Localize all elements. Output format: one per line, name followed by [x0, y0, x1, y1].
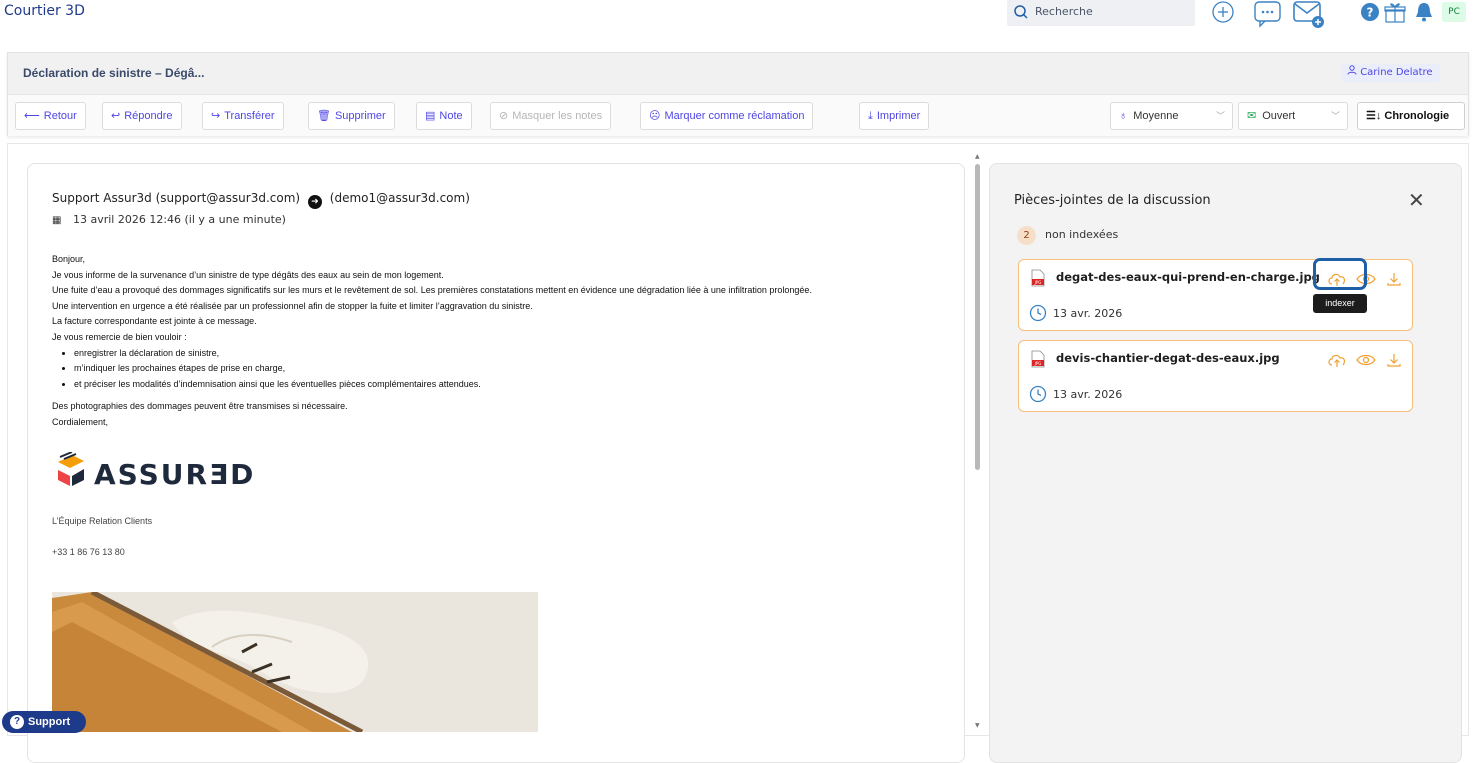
timeline-button[interactable]: ☰↓ Chronologie — [1357, 102, 1465, 130]
reply-icon: ↩ — [111, 110, 121, 122]
gift-icon[interactable] — [1383, 1, 1407, 27]
attachments-panel: Pièces-jointes de la discussion ✕ 2 non … — [989, 163, 1462, 763]
jpg-file-icon: JPG — [1031, 350, 1045, 368]
user-avatar[interactable]: PC — [1442, 2, 1466, 22]
panel-title: Pièces-jointes de la discussion — [1014, 193, 1211, 208]
print-button[interactable]: ⤓ Imprimer — [859, 102, 930, 130]
svg-text:JPG: JPG — [1034, 280, 1042, 285]
svg-text:JPG: JPG — [1034, 361, 1042, 366]
chat-icon[interactable] — [1252, 0, 1284, 32]
status-select[interactable]: ✉ Ouvert ﹀ — [1238, 102, 1348, 130]
mail-icon: ✉ — [1247, 110, 1257, 122]
email-closing: Cordialement, — [52, 416, 109, 427]
attachment-name[interactable]: devis-chantier-degat-des-eaux.jpg — [1056, 351, 1280, 365]
arrow-right-icon: ➜ — [307, 195, 322, 209]
attachment-date: 13 avr. 2026 — [1053, 388, 1123, 401]
email-message: Support Assur3d (support@assur3d.com) ➜ … — [27, 163, 965, 763]
email-bullets: enregistrer la déclaration de sinistre, … — [74, 346, 952, 393]
arrow-left-icon: ⟵ — [24, 110, 40, 122]
damage-photo[interactable] — [52, 592, 538, 732]
attachment-card[interactable]: JPG devis-chantier-degat-des-eaux.jpg 13… — [1018, 340, 1413, 412]
support-button[interactable]: ? Support — [2, 711, 86, 733]
app-title: Courtier 3D — [4, 3, 85, 19]
main-content: Support Assur3d (support@assur3d.com) ➜ … — [7, 143, 1469, 763]
index-tooltip: indexer — [1313, 294, 1367, 313]
forward-button[interactable]: ↪ Transférer — [202, 102, 284, 130]
list-item: m’indiquer les prochaines étapes de pris… — [74, 361, 952, 377]
hide-notes-button[interactable]: ⊘ Masquer les notes — [490, 102, 612, 130]
email-paragraph: Je vous informe de la survenance d’un si… — [52, 269, 444, 280]
logo-mark — [58, 451, 84, 486]
ticket-header: Déclaration de sinistre – Dégâ... Carine… — [7, 52, 1469, 136]
list-item: et préciser les modalités d’indemnisatio… — [74, 377, 952, 393]
search-placeholder: Recherche — [1035, 5, 1093, 18]
back-button[interactable]: ⟵ Retour — [15, 102, 86, 130]
download-icon[interactable] — [1386, 352, 1402, 372]
email-body: Bonjour, Je vous informe de la survenanc… — [52, 252, 952, 431]
email-date-row: ▦ 13 avril 2026 12:46 (il y a une minute… — [52, 213, 286, 226]
note-button[interactable]: ▤ Note — [416, 102, 472, 130]
clock-icon — [1029, 304, 1047, 326]
scroll-down-arrow[interactable]: ▼ — [975, 722, 980, 729]
email-paragraph: Une fuite d’eau a provoqué des dommages … — [52, 285, 812, 296]
email-paragraph: La facture correspondante est jointe à c… — [52, 316, 257, 327]
add-icon[interactable] — [1210, 0, 1236, 30]
note-icon: ▤ — [425, 110, 436, 122]
email-sender: Support Assur3d (support@assur3d.com) — [52, 191, 301, 205]
eye-icon[interactable] — [1356, 352, 1376, 371]
scroll-up-arrow[interactable]: ▲ — [975, 153, 980, 160]
search-input[interactable]: Recherche — [1007, 0, 1195, 26]
scroll-thumb[interactable] — [975, 164, 980, 470]
action-toolbar: ⟵ Retour ↩ Répondre ↪ Transférer 🗑 Supprimer… — [8, 94, 1468, 136]
priority-icon: ♁ — [1119, 110, 1128, 122]
assignee-badge[interactable]: Carine Delatre — [1342, 64, 1440, 82]
jpg-file-icon: JPG — [1031, 269, 1045, 287]
reply-button[interactable]: ↩ Répondre — [102, 102, 182, 130]
eye-off-icon: ⊘ — [499, 110, 509, 122]
email-paragraph: Je vous remercie de bien vouloir : — [52, 331, 187, 342]
delete-button[interactable]: 🗑 Supprimer — [308, 102, 395, 130]
trash-icon: 🗑 — [317, 110, 331, 122]
email-recipient: (demo1@assur3d.com) — [329, 191, 470, 205]
sort-icon: ☰↓ — [1366, 110, 1382, 122]
attachment-card[interactable]: JPG degat-des-eaux-qui-prend-en-charge.j… — [1018, 258, 1413, 331]
svg-text:?: ? — [1367, 6, 1374, 20]
help-icon: ? — [10, 715, 24, 729]
count-label: non indexées — [1045, 228, 1119, 241]
bell-icon[interactable] — [1413, 1, 1435, 27]
cloud-upload-icon[interactable] — [1327, 352, 1347, 372]
top-bar: Courtier 3D Recherche ? PC — [0, 0, 1476, 36]
new-mail-icon[interactable] — [1292, 0, 1328, 34]
forward-icon: ↪ — [211, 110, 221, 122]
count-badge: 2 — [1017, 226, 1036, 245]
download-icon: ⤓ — [868, 110, 873, 122]
email-header: Support Assur3d (support@assur3d.com) ➜ … — [52, 191, 470, 209]
close-icon[interactable]: ✕ — [1408, 190, 1425, 210]
download-icon[interactable] — [1386, 271, 1402, 291]
assignee-name: Carine Delatre — [1360, 67, 1433, 78]
attachment-name[interactable]: degat-des-eaux-qui-prend-en-charge.jpg — [1056, 270, 1320, 284]
priority-select[interactable]: ♁ Moyenne ﹀ — [1110, 102, 1233, 130]
index-button-highlight[interactable] — [1313, 258, 1367, 290]
email-greeting: Bonjour, — [52, 254, 86, 264]
email-date: 13 avril 2026 12:46 (il y a une minute) — [72, 213, 286, 226]
attachment-date: 13 avr. 2026 — [1053, 307, 1123, 320]
email-paragraph: Des photographies des dommages peuvent ê… — [52, 401, 348, 412]
mark-claim-button[interactable]: ☹ Marquer comme réclamation — [640, 102, 814, 130]
clock-icon — [1029, 385, 1047, 407]
chevron-down-icon: ﹀ — [1330, 111, 1340, 121]
frown-icon: ☹ — [649, 110, 661, 122]
team-signature: L’Équipe Relation Clients — [52, 516, 153, 526]
svg-text:ASSURƎD: ASSURƎD — [94, 458, 254, 491]
ticket-title: Déclaration de sinistre – Dégâ... — [23, 66, 205, 80]
list-item: enregistrer la déclaration de sinistre, — [74, 346, 952, 362]
chevron-down-icon: ﹀ — [1215, 111, 1225, 121]
company-logo: ASSURƎD — [54, 451, 254, 498]
calendar-icon: ▦ — [52, 215, 62, 226]
help-icon[interactable]: ? — [1360, 2, 1380, 26]
phone-number: +33 1 86 76 13 80 — [52, 547, 125, 557]
search-icon — [1013, 4, 1029, 23]
user-icon — [1347, 65, 1360, 78]
email-paragraph: Une intervention en urgence a été réalis… — [52, 300, 533, 311]
